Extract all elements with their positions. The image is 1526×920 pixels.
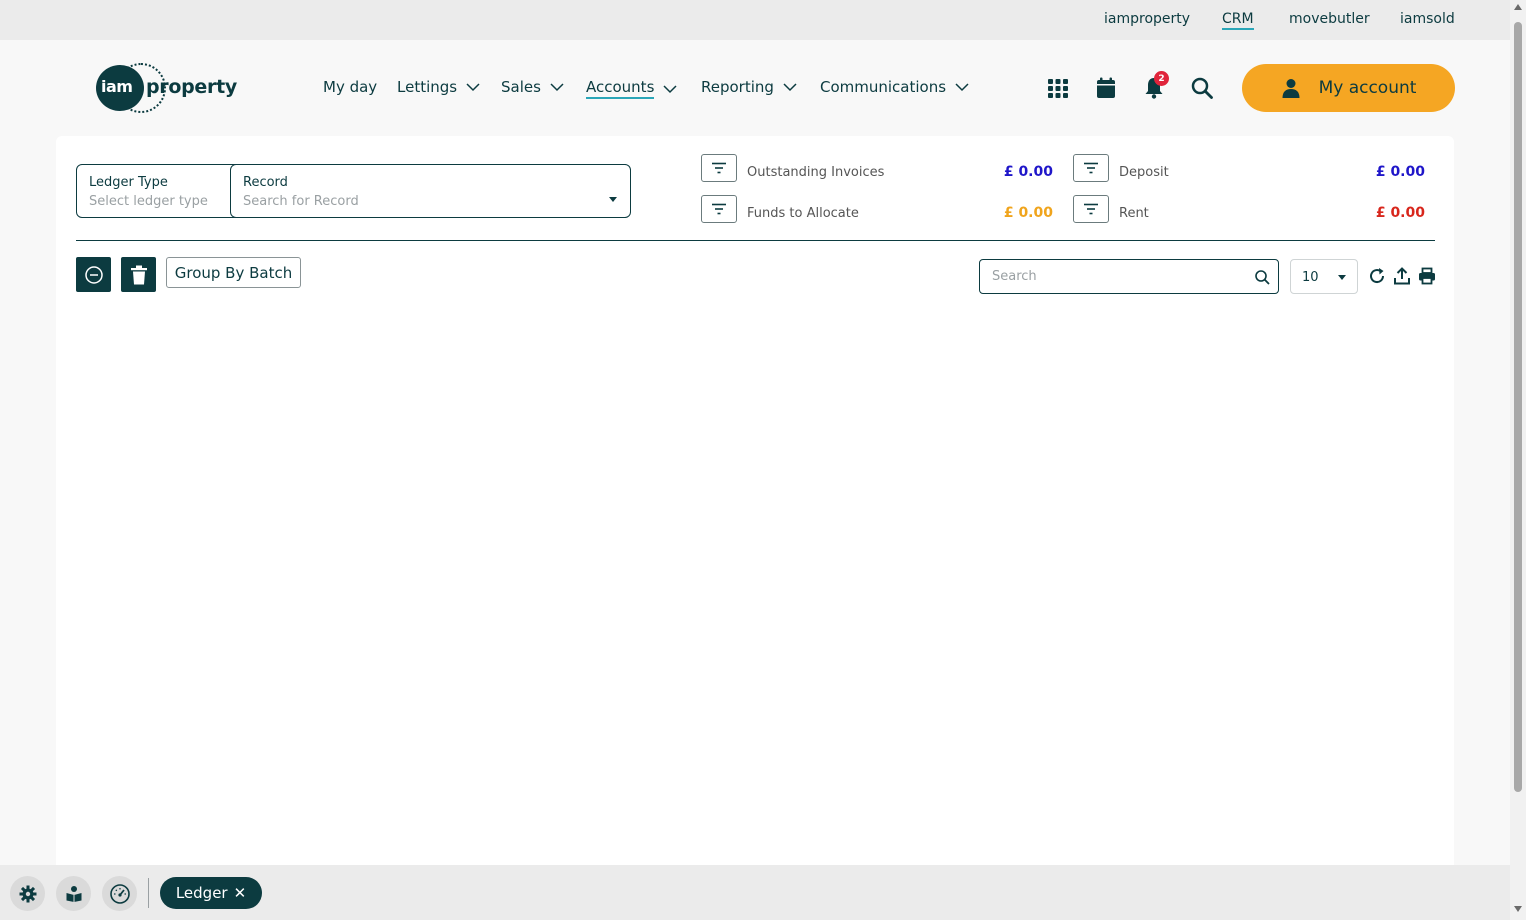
topbar-link-iamproperty[interactable]: iamproperty [1104, 11, 1190, 27]
trash-icon [130, 265, 147, 284]
logo-iam-text: iam [101, 77, 133, 96]
dock-separator [148, 878, 149, 908]
apps-grid-icon[interactable] [1046, 76, 1070, 100]
nav-reporting-label: Reporting [701, 78, 774, 96]
logo-property-text: property [146, 76, 237, 98]
rent-label: Rent [1119, 206, 1149, 221]
calendar-icon[interactable] [1094, 76, 1118, 100]
dropdown-caret-icon [1338, 275, 1346, 280]
nav-communications[interactable]: Communications [820, 78, 969, 96]
learning-button[interactable] [56, 876, 91, 911]
my-account-button[interactable]: My account [1242, 64, 1455, 112]
main-header: iam property My day Lettings Sales Accou… [0, 40, 1510, 136]
ledger-tab[interactable]: Ledger ✕ [160, 877, 262, 909]
chevron-down-icon [550, 83, 564, 92]
nav-lettings[interactable]: Lettings [397, 78, 480, 96]
scroll-down-arrow-icon[interactable] [1514, 906, 1522, 912]
topbar-link-crm[interactable]: CRM [1222, 11, 1254, 30]
close-icon[interactable]: ✕ [234, 884, 247, 902]
rent-value: £ 0.00 [1375, 205, 1425, 221]
gear-icon [19, 885, 36, 902]
nav-my-day[interactable]: My day [323, 78, 377, 96]
page-size-value: 10 [1302, 270, 1319, 285]
iamproperty-logo[interactable]: iam property [96, 63, 237, 113]
nav-my-day-label: My day [323, 78, 378, 96]
export-upload-icon[interactable] [1393, 267, 1411, 285]
search-icon[interactable] [1254, 269, 1270, 285]
filter-lines-icon [1084, 203, 1098, 215]
funds-to-allocate-filter-button[interactable] [701, 195, 737, 223]
search-icon[interactable] [1190, 76, 1214, 100]
topbar-link-iamsold[interactable]: iamsold [1400, 11, 1455, 27]
chevron-down-icon [466, 83, 480, 92]
funds-to-allocate-label: Funds to Allocate [747, 206, 859, 221]
section-divider [76, 240, 1435, 241]
nav-reporting[interactable]: Reporting [701, 78, 797, 96]
record-label: Record [243, 175, 288, 190]
nav-sales-label: Sales [501, 78, 541, 96]
nav-communications-label: Communications [820, 78, 947, 96]
chevron-down-icon [663, 84, 677, 93]
filter-lines-icon [712, 203, 726, 215]
outstanding-invoices-label: Outstanding Invoices [747, 165, 885, 180]
scroll-thumb[interactable] [1514, 22, 1522, 792]
dropdown-caret-icon[interactable] [609, 197, 617, 202]
filter-lines-icon [712, 162, 726, 174]
deposit-value: £ 0.00 [1375, 164, 1425, 180]
speedometer-icon [109, 883, 130, 904]
table-search-box[interactable] [979, 259, 1279, 294]
scroll-up-arrow-icon[interactable] [1514, 4, 1522, 10]
chevron-down-icon [783, 83, 797, 92]
ledger-filter-group: Ledger Type Record [76, 164, 631, 218]
topbar-link-movebutler[interactable]: movebutler [1289, 11, 1370, 27]
user-icon [1282, 79, 1300, 98]
my-account-label: My account [1318, 78, 1417, 98]
filter-lines-icon [1084, 162, 1098, 174]
settings-button[interactable] [10, 876, 45, 911]
minus-circle-icon [84, 265, 103, 284]
outstanding-invoices-value: £ 0.00 [1003, 164, 1053, 180]
ledger-type-input[interactable] [89, 194, 219, 209]
page-scrollbar[interactable] [1510, 0, 1526, 920]
page-size-select[interactable]: 10 [1290, 259, 1358, 294]
collapse-button[interactable] [76, 257, 111, 292]
print-icon[interactable] [1418, 267, 1436, 285]
nav-accounts[interactable]: Accounts [586, 78, 677, 99]
ledger-tab-label: Ledger [175, 884, 228, 902]
refresh-icon[interactable] [1368, 267, 1386, 285]
notification-count-badge: 2 [1154, 71, 1169, 86]
outstanding-invoices-filter-button[interactable] [701, 154, 737, 182]
chevron-down-icon [955, 83, 969, 92]
deposit-filter-button[interactable] [1073, 154, 1109, 182]
ledger-type-label: Ledger Type [89, 175, 168, 190]
delete-button[interactable] [121, 257, 156, 292]
ledger-type-field[interactable]: Ledger Type [77, 165, 231, 217]
nav-sales[interactable]: Sales [501, 78, 564, 96]
rent-filter-button[interactable] [1073, 195, 1109, 223]
funds-to-allocate-value: £ 0.00 [1003, 205, 1053, 221]
group-by-batch-button[interactable]: Group By Batch [166, 257, 301, 288]
reader-book-icon [66, 885, 81, 902]
nav-accounts-label: Accounts [586, 78, 655, 99]
table-search-input[interactable] [980, 260, 1240, 293]
performance-button[interactable] [102, 876, 137, 911]
deposit-label: Deposit [1119, 165, 1169, 180]
ledger-panel: Ledger Type Record Outstanding Invoices … [56, 136, 1454, 865]
top-utility-bar: iamproperty CRM movebutler iamsold [0, 0, 1510, 40]
record-search-input[interactable] [243, 194, 618, 209]
nav-lettings-label: Lettings [397, 78, 458, 96]
bottom-dock: Ledger ✕ [0, 865, 1510, 920]
record-field[interactable]: Record [230, 164, 631, 218]
